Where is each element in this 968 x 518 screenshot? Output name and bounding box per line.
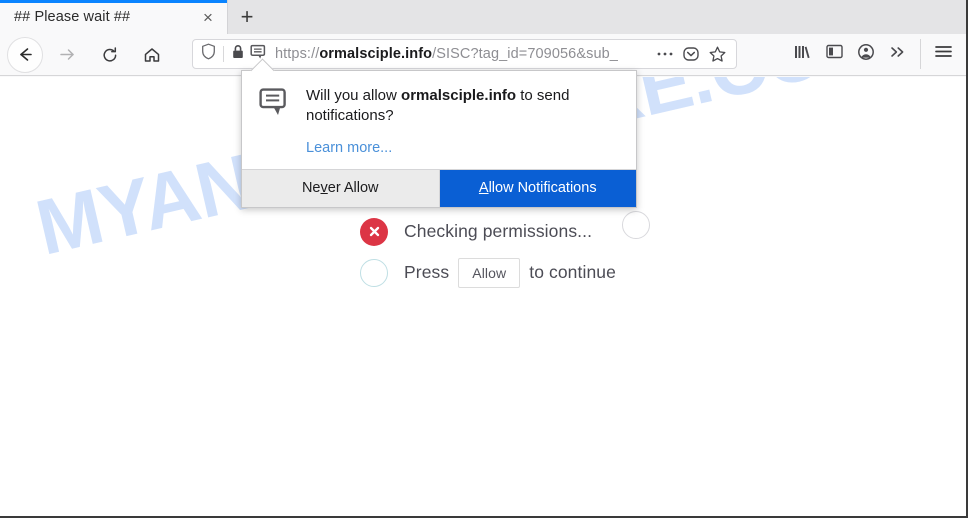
forward-button[interactable] [49, 38, 83, 72]
account-button[interactable] [850, 39, 882, 69]
url-scheme: https:// [275, 46, 320, 62]
home-icon [143, 46, 161, 64]
url-path: /SISC?tag_id=709056&sub_ [432, 46, 618, 62]
never-allow-prefix: Ne [301, 180, 321, 196]
new-tab-button[interactable]: + [228, 0, 266, 34]
speech-bubble-icon [259, 88, 290, 157]
app-menu-button[interactable] [927, 39, 959, 69]
doorhanger-text: Will you allow ormalsciple.info to send … [306, 86, 620, 157]
ellipsis-icon[interactable] [652, 41, 678, 67]
sidebar-icon [825, 43, 844, 65]
never-allow-suffix: er Allow [327, 180, 379, 196]
learn-more-link[interactable]: Learn more... [306, 140, 392, 156]
never-allow-accesskey: v [320, 180, 328, 196]
notification-permission-popup: Will you allow ormalsciple.info to send … [241, 70, 637, 208]
address-bar[interactable]: https://ormalsciple.info/SISC?tag_id=709… [192, 39, 737, 69]
inline-allow-button[interactable]: Allow [458, 257, 521, 288]
permission-question: Will you allow ormalsciple.info to send … [306, 86, 620, 127]
continue-suffix-text: to continue [529, 261, 616, 282]
identity-box[interactable] [201, 43, 267, 65]
forward-arrow-icon [57, 45, 76, 64]
account-icon [857, 43, 875, 66]
checklist-label: Checking permissions... [404, 221, 593, 241]
url-host: ormalsciple.info [319, 46, 433, 62]
reload-icon [101, 46, 119, 64]
tracking-protection-shield-icon[interactable] [201, 43, 216, 65]
padlock-icon[interactable] [231, 44, 245, 65]
browser-tab-active[interactable]: ## Please wait ## × [0, 0, 228, 34]
identity-divider [223, 46, 224, 62]
tab-strip: ## Please wait ## × + [0, 0, 966, 34]
checklist-item-final: Press Allow to continue [360, 252, 616, 293]
close-tab-icon[interactable]: × [193, 2, 223, 32]
url-text[interactable]: https://ormalsciple.info/SISC?tag_id=709… [275, 46, 652, 62]
reload-button[interactable] [93, 38, 127, 72]
check-pending-icon [360, 258, 388, 287]
overflow-button[interactable] [882, 39, 914, 69]
never-allow-button[interactable]: Ne v er Allow [242, 169, 440, 207]
pocket-icon[interactable] [678, 41, 704, 67]
doorhanger-body: Will you allow ormalsciple.info to send … [242, 71, 636, 169]
home-button[interactable] [135, 38, 169, 72]
hamburger-menu-icon [934, 44, 953, 64]
back-button[interactable] [7, 36, 43, 73]
toolbar-divider [920, 39, 921, 69]
library-icon [793, 43, 812, 65]
question-prefix: Will you allow [306, 87, 402, 104]
toolbar-right-cluster [786, 39, 959, 69]
checklist-bullet-obscured [622, 211, 650, 239]
allow-notifications-button[interactable]: Allow Notifications [439, 169, 636, 207]
press-prefix-text: Press [404, 261, 450, 282]
question-host: ormalsciple.info [401, 87, 517, 104]
check-error-icon [360, 217, 388, 246]
library-button[interactable] [786, 39, 818, 69]
allow-suffix: llow Notifications [488, 180, 597, 196]
checklist-final-label: Press Allow to continue [404, 257, 616, 288]
overflow-chevrons-icon [889, 44, 907, 65]
urlbar-actions [652, 41, 730, 67]
back-arrow-icon [16, 45, 35, 64]
tab-title: ## Please wait ## [14, 9, 131, 25]
checklist-item: Checking permissions... [360, 211, 616, 252]
browser-window: ## Please wait ## × + https://ormalscipl… [0, 0, 968, 518]
bookmark-star-icon[interactable] [704, 41, 730, 67]
allow-accesskey: A [478, 180, 489, 196]
sidebar-button[interactable] [818, 39, 850, 69]
doorhanger-actions: Ne v er Allow Allow Notifications [242, 168, 636, 207]
